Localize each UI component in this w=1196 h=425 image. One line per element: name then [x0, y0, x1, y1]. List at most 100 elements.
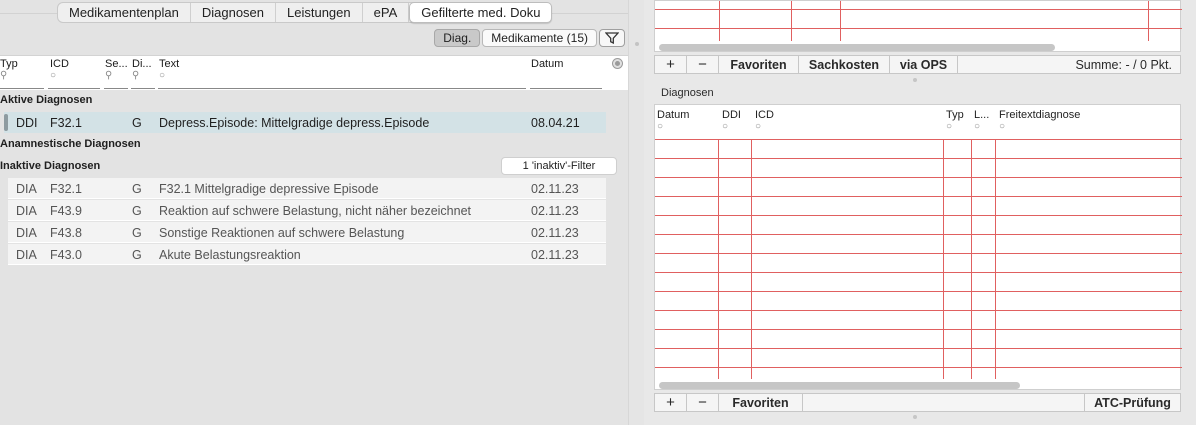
diagnosis-grid-header: Typ ⚲ ICD ○ Se... ⚲ Di... ⚲ Text ○ Datum	[0, 55, 628, 90]
cell-icd: F43.8	[50, 226, 82, 240]
column-freitextdiagnose[interactable]: Freitextdiagnose ○	[999, 109, 1080, 133]
grid-line	[791, 1, 792, 41]
tab-diagnosen[interactable]: Diagnosen	[191, 3, 277, 22]
table-row[interactable]: DDI F32.1 G Depress.Episode: Mittelgradi…	[4, 112, 606, 133]
splitter-handle[interactable]	[635, 42, 639, 46]
grid-line	[655, 158, 1182, 159]
atc-pruefung-button[interactable]: ATC-Prüfung	[1084, 394, 1180, 411]
gear-icon[interactable]	[613, 59, 622, 68]
horizontal-scrollbar[interactable]	[659, 382, 1020, 389]
splitter-handle[interactable]	[913, 415, 917, 419]
search-icon[interactable]: ⚲	[0, 71, 18, 81]
column-text-label: Text	[159, 58, 180, 70]
column-typ-label: Typ	[946, 109, 964, 121]
grid-line	[943, 139, 944, 379]
medikamente-toggle-button[interactable]: Medikamente (15)	[482, 29, 597, 47]
sort-circle-icon[interactable]: ○	[946, 121, 964, 133]
pane-splitter[interactable]	[628, 0, 644, 425]
column-di[interactable]: Di... ⚲	[132, 58, 152, 81]
group-anamnestische-diagnosen: Anamnestische Diagnosen	[0, 138, 141, 150]
column-divider	[104, 88, 128, 89]
group-inaktive-diagnosen: Inaktive Diagnosen	[0, 160, 101, 172]
column-typ[interactable]: Typ ○	[946, 109, 964, 133]
column-l-label: L...	[974, 109, 990, 121]
via-ops-button[interactable]: via OPS	[890, 56, 958, 73]
add-button[interactable]: +	[655, 394, 687, 411]
cell-datum: 02.11.23	[531, 248, 579, 262]
column-datum-label: Datum	[657, 109, 690, 121]
favoriten-button[interactable]: Favoriten	[719, 394, 803, 411]
column-icd[interactable]: ICD ○	[755, 109, 774, 133]
sort-circle-icon[interactable]: ○	[974, 121, 989, 133]
column-datum[interactable]: Datum	[531, 58, 563, 70]
table-row[interactable]: DIA F43.8 G Sonstige Reaktionen auf schw…	[8, 222, 606, 243]
tab-gefilterte-med-doku[interactable]: Gefilterte med. Doku	[409, 2, 553, 23]
grid-line	[655, 9, 1182, 10]
grid-line	[718, 139, 719, 379]
cell-typ: DIA	[16, 204, 37, 218]
cell-datum: 08.04.21	[531, 116, 580, 130]
cell-text: Sonstige Reaktionen auf schwere Belastun…	[159, 226, 405, 240]
favoriten-button[interactable]: Favoriten	[719, 56, 799, 73]
column-typ-label: Typ	[0, 58, 18, 70]
grid-line	[655, 253, 1182, 254]
search-icon[interactable]: ⚲	[105, 71, 128, 81]
column-typ[interactable]: Typ ⚲	[0, 58, 18, 81]
horizontal-scrollbar[interactable]	[659, 44, 1055, 51]
cell-text: Reaktion auf schwere Belastung, nicht nä…	[159, 204, 471, 218]
sachkosten-button[interactable]: Sachkosten	[799, 56, 890, 73]
add-button[interactable]: +	[655, 56, 687, 73]
sort-circle-icon[interactable]: ○	[657, 121, 689, 133]
cell-text: Depress.Episode: Mittelgradige depress.E…	[159, 116, 430, 130]
sort-circle-icon[interactable]: ○	[755, 121, 774, 133]
cell-di: G	[132, 182, 142, 196]
inaktiv-filter-button[interactable]: 1 'inaktiv'-Filter	[501, 157, 617, 175]
remove-button[interactable]: −	[687, 394, 719, 411]
cell-icd: F43.9	[50, 204, 82, 218]
tab-medikamentenplan[interactable]: Medikamentenplan	[58, 3, 191, 22]
grid-line	[655, 367, 1182, 368]
cell-text: F32.1 Mittelgradige depressive Episode	[159, 182, 379, 196]
sort-circle-icon[interactable]: ○	[999, 121, 1080, 133]
cell-icd: F43.0	[50, 248, 82, 262]
grid-line	[751, 139, 752, 379]
cell-di: G	[132, 116, 142, 130]
column-ddi[interactable]: DDI ○	[722, 109, 741, 133]
sort-circle-icon[interactable]: ○	[50, 71, 69, 81]
splitter-handle[interactable]	[913, 78, 917, 82]
column-freitext-label: Freitextdiagnose	[999, 109, 1081, 121]
remove-button[interactable]: −	[687, 56, 719, 73]
tab-leistungen[interactable]: Leistungen	[276, 3, 363, 22]
cell-datum: 02.11.23	[531, 204, 579, 218]
column-divider	[530, 88, 602, 89]
tab-epa[interactable]: ePA	[363, 3, 410, 22]
table-row[interactable]: DIA F32.1 G F32.1 Mittelgradige depressi…	[8, 178, 606, 199]
filter-button[interactable]	[599, 29, 625, 47]
diagnosen-section-title: Diagnosen	[661, 87, 714, 99]
cell-icd: F32.1	[50, 182, 82, 196]
grid-line	[655, 291, 1182, 292]
table-row[interactable]: DIA F43.9 G Reaktion auf schwere Belastu…	[8, 200, 606, 221]
left-pane: Medikamentenplan Diagnosen Leistungen eP…	[0, 0, 628, 425]
column-text[interactable]: Text ○	[159, 58, 179, 81]
column-datum[interactable]: Datum ○	[657, 109, 689, 133]
sort-circle-icon[interactable]: ○	[159, 71, 179, 81]
column-se[interactable]: Se... ⚲	[105, 58, 128, 81]
column-l[interactable]: L... ○	[974, 109, 989, 133]
grid-line	[655, 177, 1182, 178]
grid-line	[655, 329, 1182, 330]
diag-toggle-button[interactable]: Diag.	[434, 29, 481, 47]
grid-line	[995, 139, 996, 379]
cell-di: G	[132, 226, 142, 240]
column-divider	[0, 88, 44, 89]
column-icd[interactable]: ICD ○	[50, 58, 69, 81]
diagnosen-button-bar: + − Favoriten ATC-Prüfung	[654, 393, 1181, 412]
table-row[interactable]: DIA F43.0 G Akute Belastungsreaktion 02.…	[8, 244, 606, 265]
search-icon[interactable]: ⚲	[132, 71, 152, 81]
grid-line	[655, 310, 1182, 311]
cell-typ: DIA	[16, 226, 37, 240]
sort-circle-icon[interactable]: ○	[722, 121, 741, 133]
cell-icd: F32.1	[50, 116, 82, 130]
cell-datum: 02.11.23	[531, 182, 579, 196]
column-di-label: Di...	[132, 58, 152, 70]
